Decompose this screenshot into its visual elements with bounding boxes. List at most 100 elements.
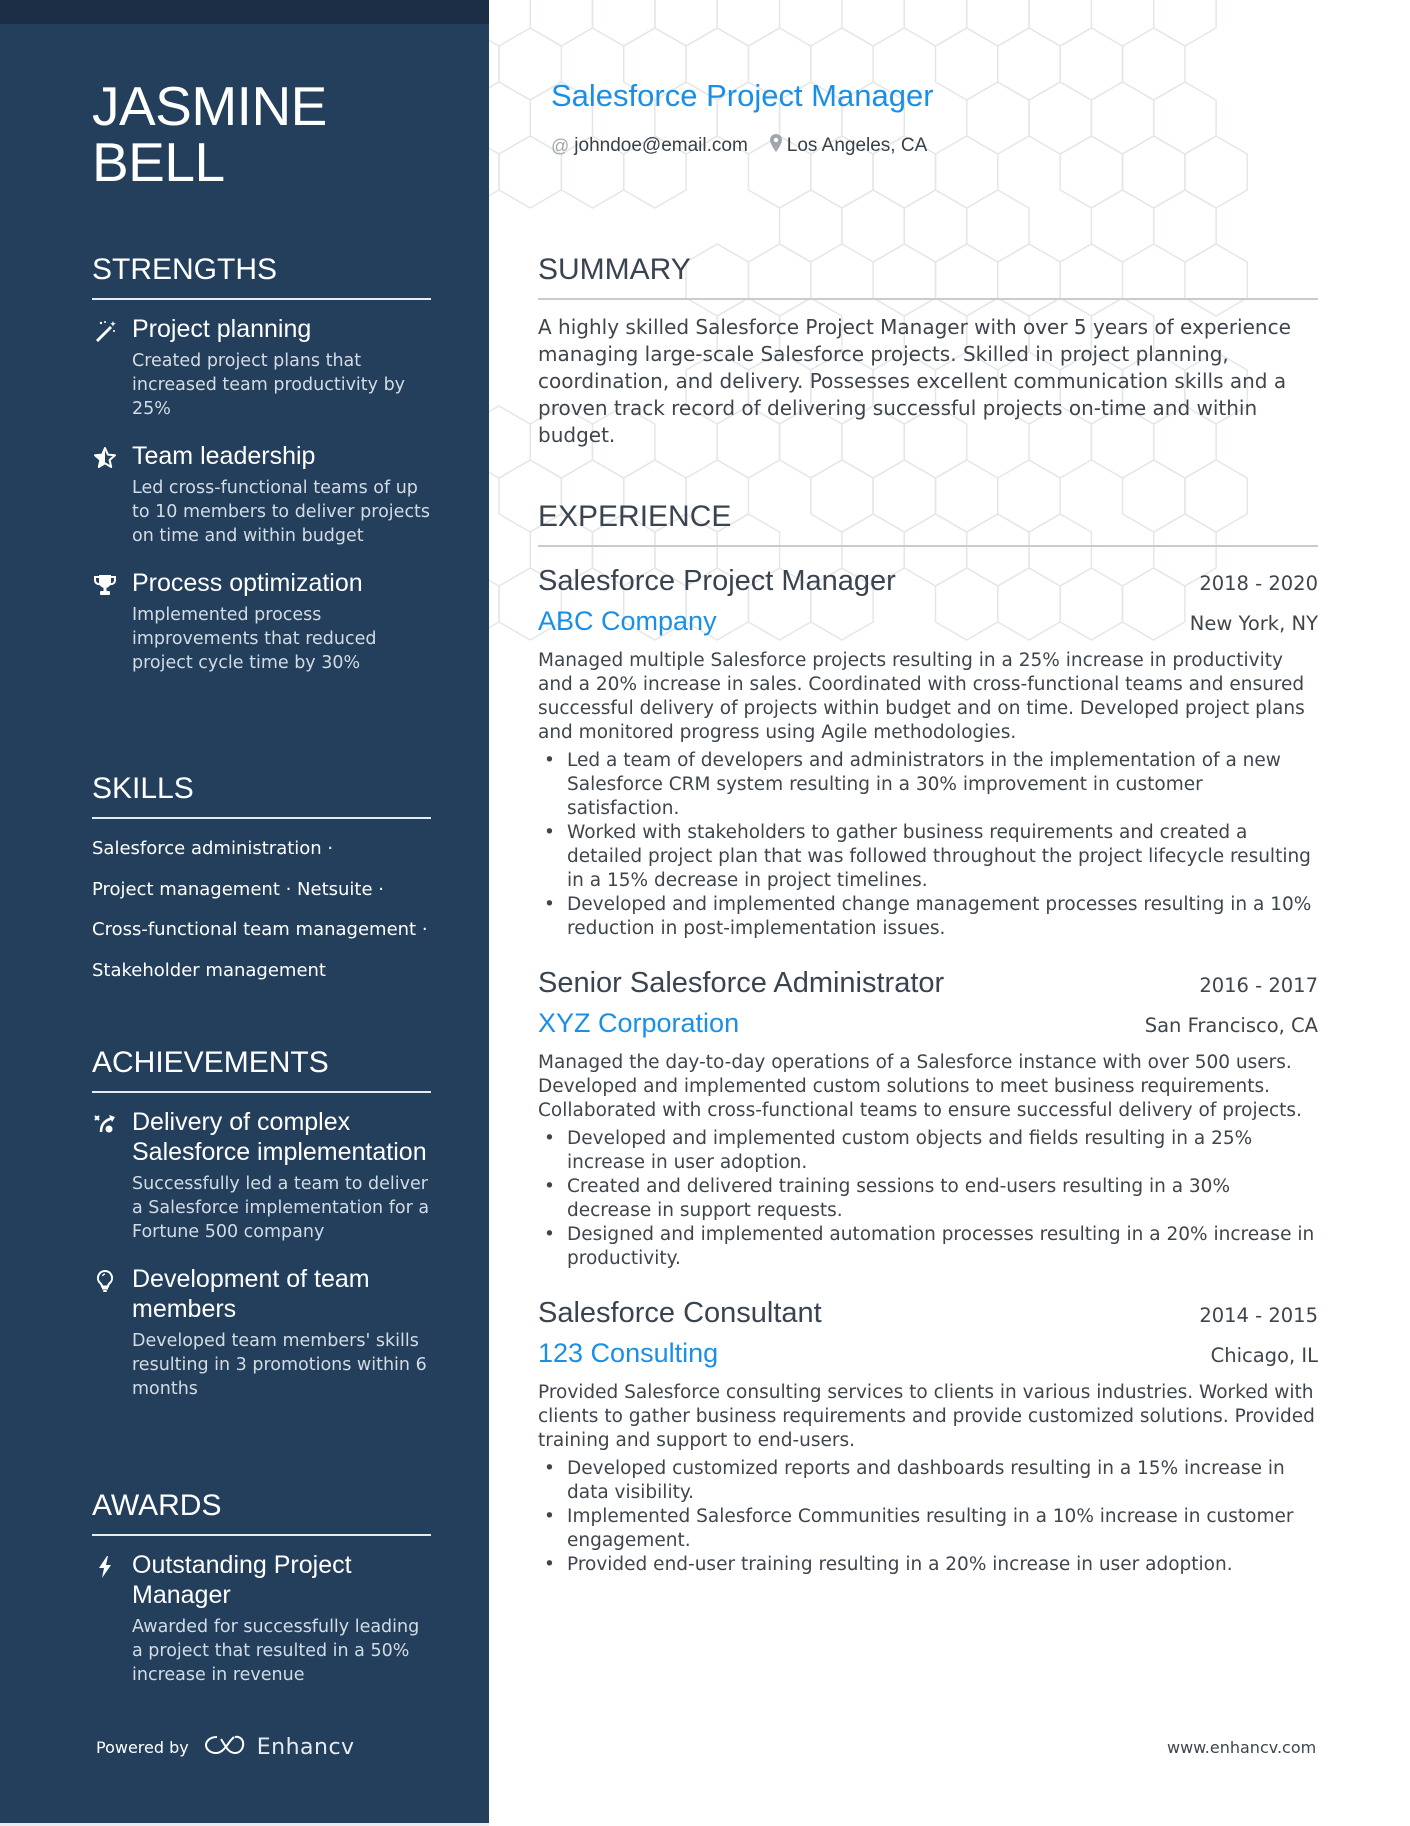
- summary-heading: SUMMARY: [538, 252, 1318, 300]
- job-company: ABC Company: [538, 606, 717, 636]
- skills-list: Salesforce administration · Project mana…: [92, 829, 431, 991]
- job-entry: Salesforce Consultant 2014 - 2015 123 Co…: [538, 1293, 1318, 1577]
- hexagon-shape: [997, 27, 1061, 101]
- award-item: Outstanding Project Manager Awarded for …: [92, 1550, 431, 1687]
- job-bullets: Developed and implemented custom objects…: [538, 1127, 1318, 1271]
- strength-desc: Created project plans that increased tea…: [132, 351, 406, 419]
- sidebar: JASMINE BELL STRENGTHS Project planning …: [0, 0, 489, 1826]
- job-bullet: Designed and implemented automation proc…: [538, 1223, 1318, 1271]
- job-location: Chicago, IL: [1210, 1344, 1318, 1367]
- hexagon-shape: [1028, 0, 1093, 47]
- strength-desc: Led cross-functional teams of up to 10 m…: [132, 478, 431, 546]
- job-bullets: Developed customized reports and dashboa…: [538, 1457, 1318, 1577]
- job-dates: 2014 - 2015: [1199, 1304, 1318, 1327]
- experience-heading: EXPERIENCE: [538, 499, 1318, 547]
- job-bullet: Developed customized reports and dashboa…: [538, 1457, 1318, 1505]
- strength-title: Team leadership: [132, 442, 316, 470]
- sidebar-top-bar: [0, 0, 489, 24]
- trophy-icon: [92, 572, 118, 598]
- hexagon-shape: [934, 27, 999, 101]
- hexagon-shape: [1184, 135, 1248, 209]
- job-company: 123 Consulting: [538, 1338, 719, 1368]
- contact-info: @ johndoe@email.com Los Angeles, CA: [551, 134, 927, 158]
- achievement-item: Development of team members Developed te…: [92, 1264, 431, 1401]
- hexagon-shape: [489, 405, 531, 479]
- job-bullet: Led a team of developers and administrat…: [538, 749, 1318, 821]
- hexagon-shape: [1152, 81, 1217, 155]
- job-description: Managed multiple Salesforce projects res…: [538, 650, 1305, 743]
- achievement-desc: Successfully led a team to deliver a Sal…: [132, 1174, 430, 1242]
- job-bullet: Created and delivered training sessions …: [538, 1175, 1318, 1223]
- achievements-section: ACHIEVEMENTS Delivery of complex Salesfo…: [92, 1045, 431, 1401]
- hexagon-shape: [489, 147, 500, 197]
- skill-line: Stakeholder management: [92, 959, 326, 981]
- last-name: BELL: [92, 131, 225, 193]
- location-text: Los Angeles, CA: [786, 135, 928, 156]
- enhancv-brand[interactable]: Enhancv: [203, 1733, 355, 1761]
- job-dates: 2018 - 2020: [1199, 572, 1318, 595]
- hexagon-shape: [591, 0, 656, 47]
- map-pin-icon: [769, 134, 782, 158]
- hexagon-shape: [1059, 27, 1124, 101]
- skills-section: SKILLS Salesforce administration · Proje…: [92, 771, 431, 991]
- main-content: Salesforce Project Manager @ johndoe@ema…: [489, 0, 1410, 1826]
- achievements-heading: ACHIEVEMENTS: [92, 1045, 431, 1093]
- headline-title: Salesforce Project Manager: [551, 78, 934, 113]
- lightning-icon: [92, 1554, 118, 1580]
- hexagon-shape: [1152, 0, 1217, 47]
- hexagon-shape: [903, 0, 968, 47]
- job-bullet: Provided end-user training resulting in …: [538, 1553, 1318, 1577]
- achievement-title: Development of team members: [132, 1265, 370, 1323]
- hexagon-shape: [1059, 135, 1124, 209]
- hexagon-shape: [716, 0, 781, 47]
- job-bullet: Developed and implemented custom objects…: [538, 1127, 1318, 1175]
- hexagon-shape: [1121, 135, 1186, 209]
- job-location: New York, NY: [1189, 612, 1318, 635]
- enhancv-brand-name: Enhancv: [256, 1734, 355, 1760]
- skill-line: Salesforce administration ·: [92, 838, 334, 859]
- skills-heading: SKILLS: [92, 771, 431, 819]
- hexagon-shape: [489, 39, 500, 89]
- strength-title: Project planning: [132, 315, 312, 343]
- summary-text: A highly skilled Salesforce Project Mana…: [538, 315, 1291, 447]
- strength-desc: Implemented process improvements that re…: [132, 605, 377, 673]
- first-name: JASMINE: [92, 75, 327, 137]
- award-desc: Awarded for successfully leading a proje…: [132, 1617, 420, 1685]
- awards-heading: AWARDS: [92, 1488, 431, 1536]
- job-location: San Francisco, CA: [1144, 1014, 1318, 1037]
- job-description: Managed the day-to-day operations of a S…: [538, 1052, 1302, 1121]
- powered-by-label: Powered by: [96, 1737, 189, 1757]
- enhancv-logo-icon: [203, 1733, 247, 1761]
- lightbulb-icon: [92, 1268, 118, 1294]
- star-icon: [92, 445, 118, 471]
- email-text: johndoe@email.com: [574, 135, 748, 156]
- job-bullets: Led a team of developers and administrat…: [538, 749, 1318, 941]
- footer-url[interactable]: www.enhancv.com: [1167, 1738, 1316, 1757]
- job-entry: Senior Salesforce Administrator 2016 - 2…: [538, 963, 1318, 1271]
- at-icon: @: [551, 135, 570, 156]
- strengths-section: STRENGTHS Project planning Created proje…: [92, 252, 431, 675]
- skill-line: Cross-functional team management ·: [92, 919, 428, 940]
- hexagon-shape: [934, 135, 999, 209]
- achievement-title: Delivery of complex Salesforce implement…: [132, 1108, 427, 1166]
- achievement-desc: Developed team members' skills resulting…: [132, 1331, 427, 1399]
- hexagon-shape: [1090, 81, 1155, 155]
- hexagon-shape: [841, 0, 906, 47]
- strength-item: Project planning Created project plans t…: [92, 314, 431, 421]
- award-title: Outstanding Project Manager: [132, 1551, 352, 1609]
- hexagon-shape: [1121, 27, 1186, 101]
- strength-item: Process optimization Implemented process…: [92, 568, 431, 675]
- awards-section: AWARDS Outstanding Project Manager Award…: [92, 1488, 431, 1687]
- job-role: Salesforce Project Manager: [538, 565, 896, 597]
- summary-section: SUMMARY A highly skilled Salesforce Proj…: [538, 252, 1318, 449]
- strength-title: Process optimization: [132, 569, 363, 597]
- skill-line: Project management · Netsuite ·: [92, 878, 385, 900]
- job-bullet: Developed and implemented change managem…: [538, 893, 1318, 941]
- strength-item: Team leadership Led cross-functional tea…: [92, 441, 431, 548]
- hexagon-shape: [489, 81, 531, 155]
- email-contact[interactable]: @ johndoe@email.com: [551, 135, 748, 157]
- strategy-icon: [92, 1111, 118, 1137]
- achievement-item: Delivery of complex Salesforce implement…: [92, 1107, 431, 1244]
- job-bullet: Implemented Salesforce Communities resul…: [538, 1505, 1318, 1553]
- job-role: Senior Salesforce Administrator: [538, 967, 945, 999]
